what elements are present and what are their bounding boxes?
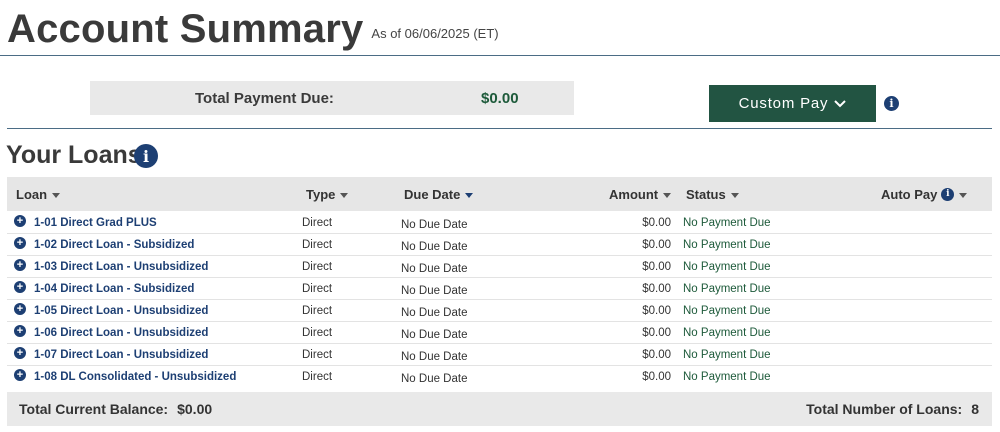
sort-caret-icon	[730, 192, 739, 198]
loan-count-value: 8	[971, 401, 979, 417]
column-label: Loan	[16, 186, 48, 202]
custom-pay-button[interactable]: Custom Pay	[709, 85, 876, 122]
sort-caret-icon	[959, 192, 968, 198]
loan-link[interactable]: 1-04 Direct Loan - Subsidized	[34, 278, 194, 299]
column-header-type[interactable]: Type	[306, 177, 349, 211]
loan-status: No Payment Due	[683, 370, 771, 383]
sort-caret-icon	[340, 192, 349, 198]
expand-plus-icon[interactable]: +	[14, 259, 26, 271]
total-payment-due-label: Total Payment Due:	[195, 89, 334, 107]
column-label: Type	[306, 186, 336, 202]
total-number-of-loans: Total Number of Loans: 8	[806, 392, 979, 426]
loan-type: Direct	[302, 216, 333, 229]
section-divider	[7, 128, 992, 129]
loan-due-date: No Due Date	[401, 284, 468, 297]
table-row: + 1-08 DL Consolidated - Unsubsidized Di…	[7, 366, 992, 388]
column-label: Amount	[609, 186, 659, 202]
expand-plus-icon[interactable]: +	[14, 303, 26, 315]
loan-amount: $0.00	[642, 260, 671, 273]
loan-status: No Payment Due	[683, 348, 771, 361]
total-current-balance: Total Current Balance: $0.00	[19, 392, 212, 426]
loan-due-date: No Due Date	[401, 218, 468, 231]
loan-link[interactable]: 1-02 Direct Loan - Subsidized	[34, 234, 194, 255]
expand-plus-icon[interactable]: +	[14, 347, 26, 359]
column-header-loan[interactable]: Loan	[16, 177, 61, 211]
total-balance-value: $0.00	[177, 401, 213, 417]
total-payment-due-box: Total Payment Due: $0.00	[90, 81, 574, 115]
table-row: + 1-05 Direct Loan - Unsubsidized Direct…	[7, 300, 992, 322]
loan-due-date: No Due Date	[401, 240, 468, 253]
expand-plus-icon[interactable]: +	[14, 237, 26, 249]
loan-link[interactable]: 1-03 Direct Loan - Unsubsidized	[34, 256, 208, 277]
loan-link[interactable]: 1-08 DL Consolidated - Unsubsidized	[34, 366, 236, 387]
loan-link[interactable]: 1-01 Direct Grad PLUS	[34, 212, 157, 233]
column-header-status[interactable]: Status	[686, 177, 739, 211]
chevron-down-icon	[834, 95, 847, 112]
loan-type: Direct	[302, 260, 333, 273]
loan-amount: $0.00	[642, 238, 671, 251]
info-icon[interactable]: i	[884, 96, 899, 111]
loan-due-date: No Due Date	[401, 328, 468, 341]
loan-amount: $0.00	[642, 326, 671, 339]
loan-due-date: No Due Date	[401, 350, 468, 363]
loan-type: Direct	[302, 370, 333, 383]
column-header-due-date[interactable]: Due Date	[404, 177, 474, 211]
loan-type: Direct	[302, 348, 333, 361]
loans-table-header: Loan Type Due Date Amount Status Auto Pa…	[7, 177, 992, 211]
loan-type: Direct	[302, 326, 333, 339]
table-row: + 1-07 Direct Loan - Unsubsidized Direct…	[7, 344, 992, 366]
header-divider	[0, 55, 1000, 56]
loan-amount: $0.00	[642, 370, 671, 383]
loan-amount: $0.00	[642, 304, 671, 317]
info-icon[interactable]: i	[134, 144, 158, 168]
loan-type: Direct	[302, 282, 333, 295]
loan-due-date: No Due Date	[401, 372, 468, 385]
loan-status: No Payment Due	[683, 304, 771, 317]
column-label: Status	[686, 186, 726, 202]
loan-link[interactable]: 1-05 Direct Loan - Unsubsidized	[34, 300, 208, 321]
column-header-auto-pay[interactable]: Auto Pay i	[881, 177, 968, 211]
loan-amount: $0.00	[642, 282, 671, 295]
column-label: Auto Pay	[881, 186, 938, 202]
table-row: + 1-02 Direct Loan - Subsidized Direct N…	[7, 234, 992, 256]
loan-due-date: No Due Date	[401, 262, 468, 275]
sort-caret-icon	[465, 192, 474, 198]
custom-pay-label: Custom Pay	[738, 95, 829, 112]
page-title: Account Summary	[7, 7, 364, 51]
as-of-date: As of 06/06/2025 (ET)	[371, 26, 499, 41]
table-row: + 1-04 Direct Loan - Subsidized Direct N…	[7, 278, 992, 300]
page-header: Account Summary As of 06/06/2025 (ET)	[7, 0, 499, 52]
loan-status: No Payment Due	[683, 238, 771, 251]
sort-caret-icon	[52, 192, 61, 198]
loan-amount: $0.00	[642, 348, 671, 361]
column-header-amount[interactable]: Amount	[609, 177, 672, 211]
loan-type: Direct	[302, 304, 333, 317]
total-payment-due-amount: $0.00	[481, 89, 519, 107]
loan-status: No Payment Due	[683, 216, 771, 229]
sort-caret-icon	[663, 192, 672, 198]
loan-type: Direct	[302, 238, 333, 251]
table-row: + 1-03 Direct Loan - Unsubsidized Direct…	[7, 256, 992, 278]
loan-status: No Payment Due	[683, 260, 771, 273]
table-row: + 1-01 Direct Grad PLUS Direct No Due Da…	[7, 212, 992, 234]
info-icon[interactable]: i	[941, 187, 955, 201]
loan-link[interactable]: 1-06 Direct Loan - Unsubsidized	[34, 322, 208, 343]
expand-plus-icon[interactable]: +	[14, 215, 26, 227]
table-row: + 1-06 Direct Loan - Unsubsidized Direct…	[7, 322, 992, 344]
expand-plus-icon[interactable]: +	[14, 325, 26, 337]
expand-plus-icon[interactable]: +	[14, 369, 26, 381]
column-label: Due Date	[404, 186, 461, 202]
loan-link[interactable]: 1-07 Direct Loan - Unsubsidized	[34, 344, 208, 365]
loan-status: No Payment Due	[683, 282, 771, 295]
loan-count-label: Total Number of Loans:	[806, 401, 963, 417]
loan-status: No Payment Due	[683, 326, 771, 339]
loan-due-date: No Due Date	[401, 306, 468, 319]
loan-amount: $0.00	[642, 216, 671, 229]
total-balance-label: Total Current Balance:	[19, 401, 169, 417]
loans-table-footer: Total Current Balance: $0.00 Total Numbe…	[7, 392, 992, 426]
expand-plus-icon[interactable]: +	[14, 281, 26, 293]
loans-section-title: Your Loans	[6, 141, 142, 169]
